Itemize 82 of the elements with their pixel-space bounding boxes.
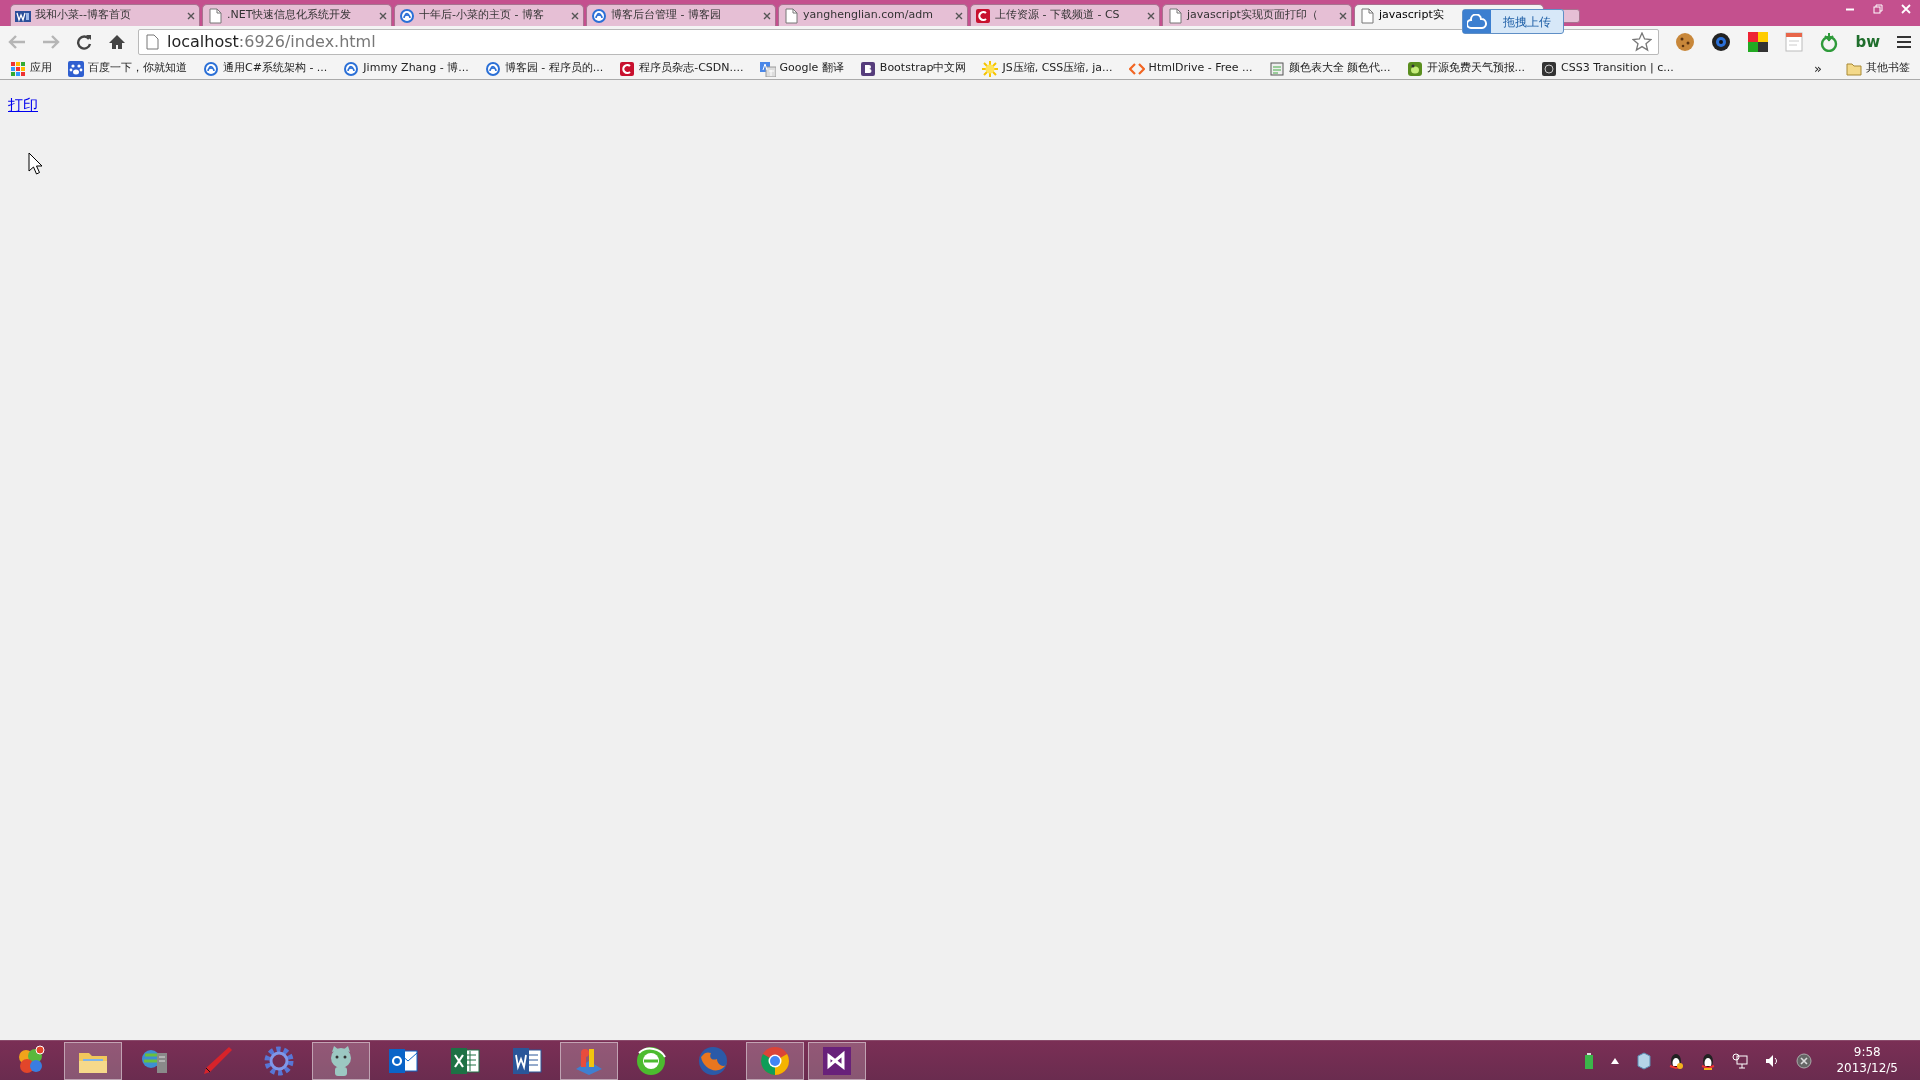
bookmark[interactable]: 百度一下，你就知道	[64, 60, 191, 77]
close-circle-icon	[1796, 1052, 1813, 1069]
bookmark[interactable]: CSS3 Transition | c...	[1537, 60, 1678, 77]
bookmark[interactable]: 博客园 - 程序员的...	[480, 60, 608, 77]
folder-icon	[1846, 61, 1862, 76]
penguin-icon	[1668, 1051, 1685, 1070]
arc-logo-icon	[975, 7, 991, 24]
browser-tab[interactable]: .NET快速信息化系统开发	[202, 4, 392, 26]
camera-lens-icon	[1711, 32, 1732, 52]
browser-tab[interactable]: 我和小菜--博客首页	[10, 4, 200, 26]
swirl-logo-icon	[399, 7, 415, 24]
taskbar-button[interactable]	[312, 1041, 370, 1080]
taskbar-button[interactable]	[746, 1041, 804, 1080]
taskbar-button[interactable]	[560, 1041, 618, 1080]
swirl-logo-icon	[591, 7, 607, 24]
fox-globe-icon	[697, 1044, 729, 1077]
print-link[interactable]: 打印	[8, 96, 38, 114]
cookie-icon	[1675, 32, 1696, 52]
close-icon	[1147, 11, 1155, 20]
bookmark[interactable]: Bootstrap中文网	[855, 60, 971, 77]
cube-stack-icon	[1636, 1051, 1653, 1070]
browser-tab[interactable]: 上传资源 - 下载频道 - CS	[970, 4, 1160, 26]
page-icon	[1359, 7, 1375, 24]
more-bookmarks-button[interactable]: »	[1814, 58, 1822, 79]
bookmark[interactable]: 应用	[6, 60, 56, 77]
globe-app-icon	[635, 1044, 667, 1077]
close-icon	[1901, 4, 1911, 14]
mouse-pointer-icon	[28, 152, 44, 176]
reload-icon	[76, 34, 92, 50]
cloud-icon	[1467, 13, 1487, 30]
page-icon	[145, 34, 159, 50]
taskbar-button[interactable]	[808, 1041, 866, 1080]
clock-date[interactable]: 2013/12/5	[1836, 1060, 1898, 1077]
browser-tab[interactable]: 博客后台管理 - 博客园	[586, 4, 776, 26]
close-icon	[763, 11, 771, 20]
network-icon	[1732, 1052, 1749, 1069]
forward-arrow-icon	[42, 34, 60, 50]
other-bookmarks-folder[interactable]: 其他书签	[1842, 60, 1914, 77]
minimize-icon	[1845, 7, 1855, 11]
bookmark[interactable]: Google 翻译	[755, 60, 848, 77]
star-icon	[1632, 32, 1653, 52]
address-bar[interactable]: localhost:6926/index.html	[138, 29, 1660, 55]
clock-time[interactable]: 9:58	[1836, 1044, 1898, 1061]
bookmark[interactable]: 程序员杂志-CSDN....	[615, 60, 748, 77]
back-arrow-icon	[8, 34, 26, 50]
close-icon	[571, 11, 579, 20]
pen-icon	[201, 1044, 233, 1077]
browser-tab[interactable]: yanghenglian.com/adm	[778, 4, 968, 26]
leaf-logo-icon	[1406, 60, 1423, 77]
penguin-icon	[1700, 1051, 1717, 1070]
bookmark[interactable]: Jimmy Zhang - 博...	[339, 60, 473, 77]
apps-grid-icon	[10, 60, 26, 77]
taskbar-button[interactable]	[64, 1041, 122, 1080]
upload-popup[interactable]: 拖拽上传	[1462, 9, 1564, 34]
bookmark[interactable]: JS压缩, CSS压缩, ja...	[978, 60, 1117, 77]
close-icon	[955, 11, 963, 20]
page-icon	[783, 7, 799, 24]
page-icon	[1167, 7, 1183, 24]
extension-label[interactable]: bw	[1855, 30, 1880, 54]
close-icon	[1339, 11, 1347, 20]
chrome-ball-icon	[759, 1044, 791, 1077]
bookmark[interactable]: HtmlDrive - Free ...	[1124, 60, 1257, 77]
restore-icon	[1873, 4, 1883, 14]
browser-tab[interactable]: javascript实现页面打印（	[1162, 4, 1352, 26]
bookmark[interactable]: 颜色表大全 颜色代...	[1264, 60, 1395, 77]
sun-icon	[982, 60, 999, 77]
show-hidden-icon	[1610, 1056, 1621, 1065]
bookmark[interactable]: 开源免费天气预报...	[1402, 60, 1530, 77]
dark-logo-icon	[1541, 60, 1558, 77]
close-icon	[379, 11, 387, 20]
infinity-logo-icon	[821, 1044, 853, 1077]
gear-icon	[263, 1044, 295, 1077]
note-icon	[1785, 32, 1804, 52]
battery-icon	[1584, 1051, 1595, 1070]
home-icon	[108, 34, 126, 50]
color-palette-icon	[1747, 31, 1770, 53]
menu-icon	[1896, 34, 1912, 50]
bookmark[interactable]: 通用C#系统架构 - ...	[199, 60, 332, 77]
browser-tab[interactable]: 十年后-小菜的主页 - 博客	[394, 4, 584, 26]
code-brackets-icon	[1128, 60, 1145, 77]
close-icon	[187, 11, 195, 20]
page-icon	[207, 7, 223, 24]
